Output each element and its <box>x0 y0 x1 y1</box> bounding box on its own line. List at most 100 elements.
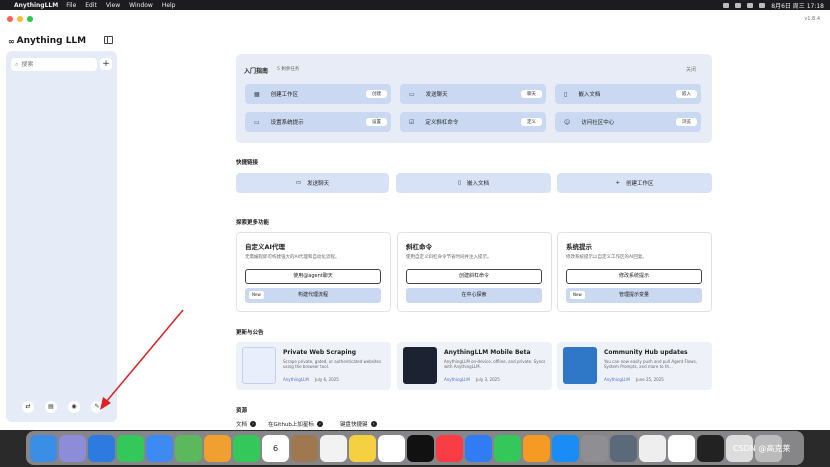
pages-icon[interactable] <box>523 434 550 462</box>
modify-system-prompt-button[interactable]: 修改系统提示 <box>566 269 702 284</box>
news-source: AnythingLLM <box>444 377 470 382</box>
facetime-icon[interactable] <box>233 434 260 462</box>
task-button[interactable]: 定义 <box>521 118 542 126</box>
resource-link-shortcuts[interactable]: 键盘快捷键 › <box>340 420 377 428</box>
task-visit-community-hub[interactable]: ☺ 访问社区中心 浏览 <box>555 112 701 132</box>
resource-link-github[interactable]: 在Github上加星标 › <box>268 420 323 428</box>
menubar-app-name[interactable]: AnythingLLM <box>14 2 58 9</box>
messages-icon[interactable] <box>117 434 144 462</box>
resource-label: 文档 <box>236 422 248 428</box>
task-send-chat[interactable]: ▭ 发送聊天 聊天 <box>400 84 546 104</box>
news-date: July 3, 2025 <box>476 377 500 382</box>
discord-icon[interactable]: ◉ <box>68 401 80 413</box>
task-create-workspace[interactable]: ▦ 创建工作区 创建 <box>245 84 391 104</box>
feature-card-slash-commands: 斜杠命令 使用自定义斜杠命令节省时间并注入提示。 创建斜杠命令 在中心探索 <box>397 232 552 312</box>
finder-icon[interactable] <box>30 434 57 462</box>
system-settings-icon[interactable] <box>581 434 608 462</box>
search-box[interactable]: ⌕ <box>11 58 97 71</box>
menubar-status-area: 8月6日 周三 17:18 <box>723 1 824 10</box>
chat-with-agent-button[interactable]: 使用@agent聊天 <box>245 269 381 284</box>
collapse-sidebar-button[interactable] <box>104 36 113 44</box>
reminders-icon[interactable] <box>320 434 347 462</box>
arrow-right-icon: › <box>316 421 323 427</box>
task-embed-document[interactable]: ▯ 嵌入文档 嵌入 <box>555 84 701 104</box>
community-icon[interactable]: ⇄ <box>22 401 34 413</box>
task-define-slash-command[interactable]: ☑ 定义斜杠命令 定义 <box>400 112 546 132</box>
maps-icon[interactable] <box>175 434 202 462</box>
menu-edit[interactable]: Edit <box>85 2 97 9</box>
qq-icon[interactable] <box>668 434 695 462</box>
close-window-button[interactable] <box>7 16 13 22</box>
photos-icon[interactable] <box>204 434 231 462</box>
news-title: AnythingLLM Mobile Beta <box>444 349 531 356</box>
wrench-icon[interactable]: ✎ <box>91 401 103 413</box>
keynote-icon[interactable] <box>465 434 492 462</box>
mail-icon[interactable] <box>146 434 173 462</box>
card-description: 使用自定义斜杠命令节省时间并注入提示。 <box>406 255 492 260</box>
guide-close-button[interactable]: 关闭 <box>686 66 696 73</box>
button-label: 管理提示变量 <box>618 292 649 298</box>
new-badge: New <box>249 291 264 299</box>
task-label: 设置系统提示 <box>270 120 304 126</box>
manage-prompt-variables-button[interactable]: New 管理提示变量 <box>566 288 702 303</box>
menubar-clock[interactable]: 8月6日 周三 17:18 <box>771 1 824 10</box>
news-date: July 6, 2025 <box>315 377 339 382</box>
zoom-window-button[interactable] <box>27 16 33 22</box>
search-input[interactable] <box>21 61 92 68</box>
resource-link-docs[interactable]: 文档 › <box>236 420 257 428</box>
quick-link-send-chat[interactable]: ▭ 发送聊天 <box>236 173 389 193</box>
menu-help[interactable]: Help <box>162 2 176 9</box>
task-button[interactable]: 浏览 <box>676 118 697 126</box>
safari-icon[interactable] <box>88 434 115 462</box>
penguin-app-icon[interactable] <box>639 434 666 462</box>
music-icon[interactable] <box>436 434 463 462</box>
status-icon[interactable] <box>735 2 742 8</box>
task-set-system-prompt[interactable]: ▭ 设置系统提示 设置 <box>245 112 391 132</box>
minimize-window-button[interactable] <box>17 16 23 22</box>
app-store-icon[interactable] <box>552 434 579 462</box>
create-slash-command-button[interactable]: 创建斜杠命令 <box>406 269 542 284</box>
freeform-icon[interactable] <box>378 434 405 462</box>
launchpad-icon[interactable] <box>59 434 86 462</box>
news-card[interactable]: AnythingLLM Mobile Beta AnythingLLM on-d… <box>397 342 552 390</box>
task-button[interactable]: 创建 <box>366 90 387 98</box>
slash-icon: ☑ <box>409 118 415 126</box>
notes-icon[interactable] <box>349 434 376 462</box>
hub-thumbnail-icon <box>563 347 597 384</box>
guide-remaining-count: 5 剩余任务 <box>277 67 300 72</box>
task-button[interactable]: 聊天 <box>521 90 542 98</box>
search-icon: ⌕ <box>15 60 19 68</box>
getting-started-panel: 入门指南 5 剩余任务 关闭 ▦ 创建工作区 创建 ▭ 发送聊天 聊天 ▯ 嵌入… <box>236 54 712 143</box>
task-button[interactable]: 设置 <box>366 118 387 126</box>
explore-hub-button[interactable]: 在中心探索 <box>406 288 542 303</box>
build-agent-flow-button[interactable]: New 构建代理流程 <box>245 288 381 303</box>
calendar-icon[interactable]: 6 <box>262 434 289 462</box>
numbers-icon[interactable] <box>494 434 521 462</box>
contacts-icon[interactable] <box>291 434 318 462</box>
news-card[interactable]: Community Hub updates You can now easily… <box>557 342 712 390</box>
quick-link-embed-document[interactable]: ▯ 嵌入文档 <box>396 173 551 193</box>
anythingllm-logo-icon: ∞ <box>8 36 15 46</box>
quick-link-create-workspace[interactable]: + 创建工作区 <box>557 173 712 193</box>
card-description: 无需编程即可构建强大的AI代理和自动化流程。 <box>245 255 340 260</box>
anythingllm-dock-icon[interactable] <box>697 434 724 462</box>
book-icon[interactable]: ▤ <box>45 401 57 413</box>
status-icon[interactable] <box>723 2 730 8</box>
quick-link-label: 嵌入文档 <box>467 181 490 187</box>
arrow-right-icon: › <box>370 421 377 427</box>
task-label: 创建工作区 <box>270 92 299 98</box>
search-icon[interactable] <box>759 2 766 8</box>
menu-window[interactable]: Window <box>129 2 153 9</box>
card-title: 斜杠命令 <box>406 243 432 251</box>
news-card[interactable]: Private Web Scraping Scrape private, gat… <box>236 342 391 390</box>
news-source: AnythingLLM <box>604 377 630 382</box>
apple-tv-icon[interactable] <box>407 434 434 462</box>
titlebar: v1.8.4 <box>0 10 830 26</box>
task-button[interactable]: 嵌入 <box>676 90 697 98</box>
iphone-mirroring-icon[interactable] <box>610 434 637 462</box>
menu-view[interactable]: View <box>106 2 120 9</box>
menu-file[interactable]: File <box>66 2 76 9</box>
wifi-icon[interactable] <box>747 2 754 8</box>
document-icon: ▯ <box>564 90 568 98</box>
add-workspace-button[interactable]: + <box>100 58 112 70</box>
